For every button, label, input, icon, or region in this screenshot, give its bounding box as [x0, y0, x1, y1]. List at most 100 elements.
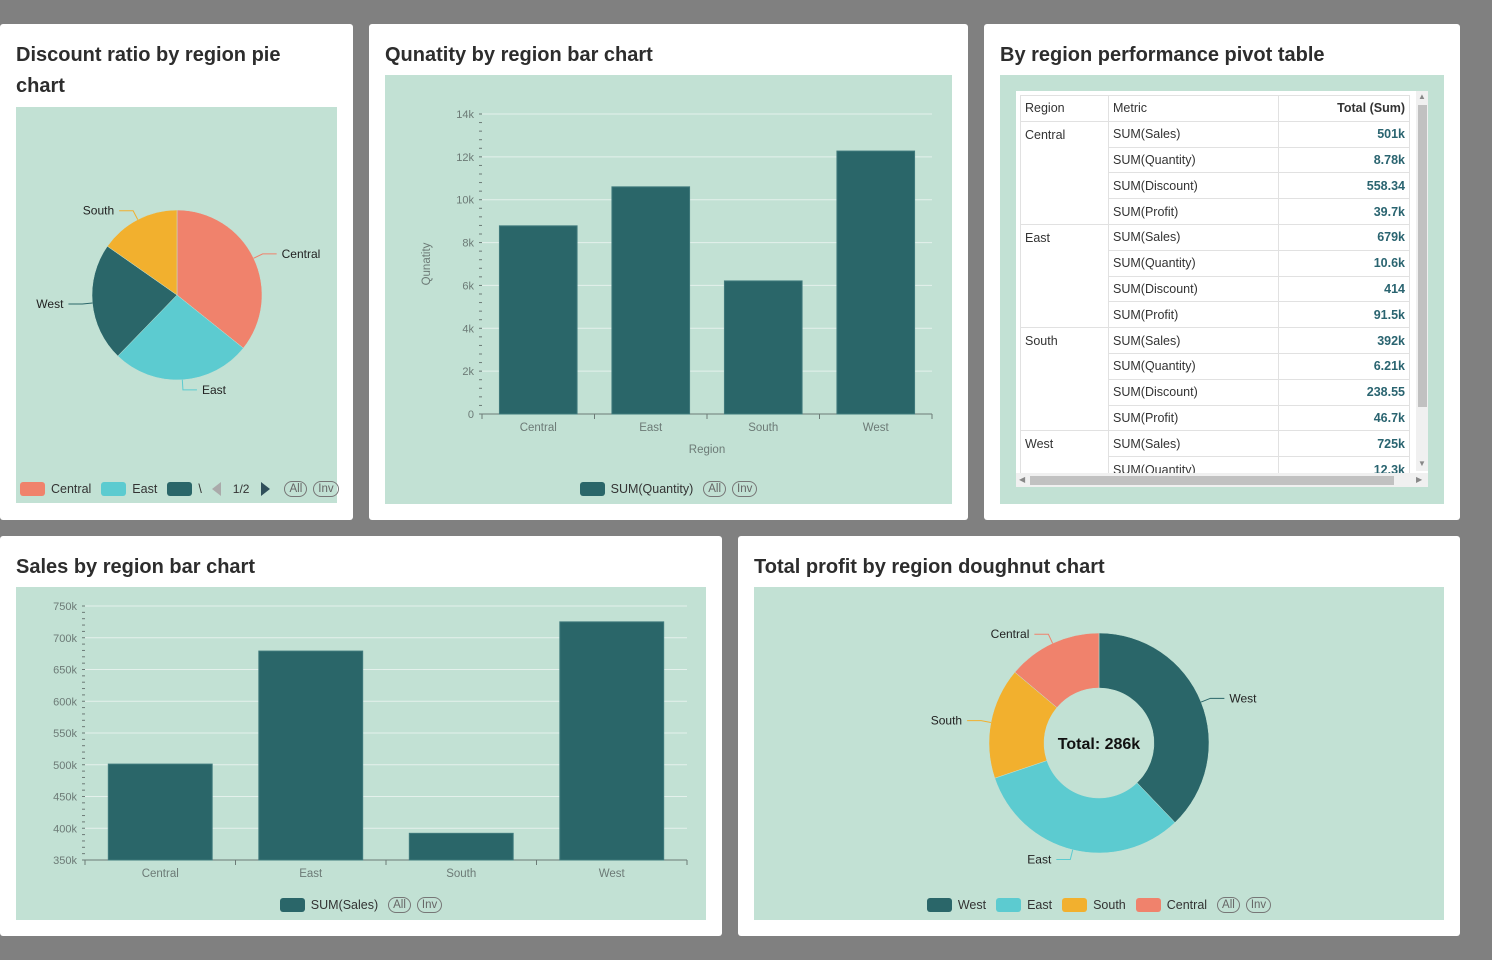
- label-leader-line: [68, 302, 93, 305]
- legend-inv-button[interactable]: Inv: [1245, 897, 1272, 913]
- pivot-row: West SUM(Sales) 725k: [1020, 430, 1410, 483]
- pivot-value-cell: 392k: [1278, 327, 1410, 354]
- pivot-region-cell: East: [1020, 223, 1109, 329]
- pager-prev-icon[interactable]: [211, 482, 221, 496]
- donut-legend: West East South Central All Inv: [754, 897, 1444, 913]
- pivot-table-panel: Region Metric Total (Sum) Central SUM(Sal…: [1000, 75, 1444, 504]
- y-tick-label: 600k: [53, 696, 77, 708]
- legend-swatch: [20, 482, 45, 496]
- donut-chart-card: Total profit by region doughnut chart We…: [738, 536, 1460, 936]
- horizontal-scrollbar[interactable]: ◀ ▶: [1016, 473, 1428, 487]
- vertical-scroll-thumb[interactable]: [1418, 105, 1427, 407]
- y-tick-label: 550k: [53, 728, 77, 740]
- pie-legend: Central East \ 1/2 All Inv: [16, 481, 339, 497]
- header-region[interactable]: Region: [1020, 95, 1109, 122]
- label-leader-line: [119, 210, 139, 220]
- pager-next-icon[interactable]: [261, 482, 271, 496]
- quantity-legend: SUM(Quantity) All Inv: [385, 481, 952, 497]
- header-metric[interactable]: Metric: [1108, 95, 1279, 122]
- legend-swatch: [996, 898, 1022, 912]
- legend-all-button[interactable]: All: [1217, 897, 1240, 913]
- profit-donut-chart: West East South Central Total: 286k: [931, 627, 1257, 866]
- legend-swatch: [167, 482, 193, 496]
- x-tick-label: East: [299, 868, 323, 880]
- pie-chart: Central East West South: [36, 204, 321, 397]
- pie-chart-title: Discount ratio by region pie chart: [16, 44, 281, 97]
- legend-inv-button[interactable]: Inv: [313, 481, 339, 497]
- horizontal-scroll-thumb[interactable]: [1030, 476, 1394, 485]
- scroll-left-icon[interactable]: ◀: [1019, 475, 1025, 485]
- pivot-metric-cell: SUM(Profit): [1108, 404, 1279, 432]
- y-tick-label: 500k: [53, 760, 77, 772]
- donut-center-label: Total: 286k: [1058, 736, 1141, 753]
- pivot-header-row: Region Metric Total (Sum): [1020, 95, 1410, 122]
- scroll-up-icon[interactable]: ▲: [1418, 92, 1426, 102]
- sales-chart-panel: 350k 400k 450k 500k 550k 600k 650k 700k 750k Cent…: [16, 587, 706, 920]
- pivot-metric-cell: SUM(Discount): [1108, 275, 1279, 303]
- pivot-value-cell: 8.78k: [1278, 146, 1410, 174]
- x-axis-label: Region: [689, 444, 725, 456]
- y-tick-label: 2k: [462, 366, 474, 378]
- y-tick-label: 6k: [462, 280, 474, 292]
- slice-label: West: [1229, 691, 1257, 705]
- label-leader-line: [1056, 849, 1074, 861]
- donut-chart-title: Total profit by region doughnut chart: [754, 556, 1105, 578]
- sales-legend: SUM(Sales) All Inv: [16, 897, 706, 913]
- pivot-value-cell: 414: [1278, 275, 1410, 303]
- legend-item-east[interactable]: East: [101, 482, 157, 496]
- y-axis-label: Qunatity: [421, 242, 433, 285]
- bar-east: [611, 186, 691, 415]
- y-tick-label: 10k: [456, 195, 474, 207]
- scroll-right-icon[interactable]: ▶: [1416, 475, 1422, 485]
- legend-label: SUM(Sales): [310, 898, 379, 912]
- legend-item-west-truncated[interactable]: \: [167, 482, 202, 496]
- pivot-table: Region Metric Total (Sum) Central SUM(Sal…: [1020, 95, 1410, 483]
- legend-inv-button[interactable]: Inv: [416, 897, 443, 913]
- pie-chart-card: Discount ratio by region pie chart Centr…: [0, 24, 353, 520]
- bar-south: [408, 832, 514, 861]
- legend-all-button[interactable]: All: [284, 481, 308, 497]
- legend-item-east[interactable]: East: [996, 898, 1052, 912]
- pivot-metric-cell: SUM(Quantity): [1108, 146, 1279, 174]
- x-tick-label: East: [639, 422, 663, 434]
- legend-all-button[interactable]: All: [388, 897, 411, 913]
- legend-swatch: [579, 482, 605, 496]
- legend-label: East: [132, 482, 158, 496]
- sales-chart-card: Sales by region bar chart 350k 400k 450k 50…: [0, 536, 722, 936]
- pager-text: 1/2: [232, 482, 250, 496]
- y-tick-label: 350k: [53, 855, 77, 867]
- pivot-metric-cell: SUM(Discount): [1108, 378, 1279, 406]
- legend-all-button[interactable]: All: [703, 481, 727, 497]
- y-tick-label: 8k: [462, 238, 474, 250]
- sales-chart-title: Sales by region bar chart: [16, 556, 255, 578]
- donut-chart-panel: West East South Central Total: 286k West Eas…: [754, 587, 1444, 920]
- legend-inv-button[interactable]: Inv: [732, 481, 758, 497]
- legend-item-sum-sales[interactable]: SUM(Sales): [279, 898, 379, 912]
- legend-item-central[interactable]: Central: [20, 482, 91, 496]
- y-tick-label: 0: [468, 409, 474, 421]
- legend-swatch: [101, 482, 127, 496]
- pivot-metric-cell: SUM(Discount): [1108, 172, 1279, 200]
- pivot-table-scroll-area[interactable]: Region Metric Total (Sum) Central SUM(Sal…: [1016, 91, 1428, 487]
- legend-label: West: [957, 898, 987, 912]
- pivot-value-cell: 91.5k: [1278, 301, 1410, 329]
- legend-item-sum-quantity[interactable]: SUM(Quantity): [579, 482, 694, 496]
- pivot-metric-cell: SUM(Sales): [1108, 223, 1279, 251]
- legend-item-south[interactable]: South: [1062, 898, 1126, 912]
- legend-swatch: [1135, 898, 1161, 912]
- pivot-metric-cell: SUM(Sales): [1108, 430, 1279, 458]
- scroll-down-icon[interactable]: ▼: [1418, 459, 1426, 469]
- pivot-value-cell: 679k: [1278, 223, 1410, 251]
- slice-label: Central: [282, 247, 321, 261]
- x-tick-label: West: [599, 868, 626, 880]
- legend-item-west[interactable]: West: [926, 898, 987, 912]
- label-leader-line: [181, 379, 197, 391]
- quantity-bar-chart: 0 2k 4k 6k 8k 10k 12k 14k Central East South West Re…: [421, 109, 933, 456]
- pivot-value-cell: 238.55: [1278, 378, 1410, 406]
- slice-label: Central: [991, 627, 1030, 641]
- vertical-scrollbar[interactable]: ▲ ▼: [1416, 91, 1428, 471]
- legend-item-central[interactable]: Central: [1135, 898, 1207, 912]
- legend-label: SUM(Quantity): [610, 482, 694, 496]
- label-leader-line: [967, 720, 992, 724]
- header-total[interactable]: Total (Sum): [1278, 95, 1410, 122]
